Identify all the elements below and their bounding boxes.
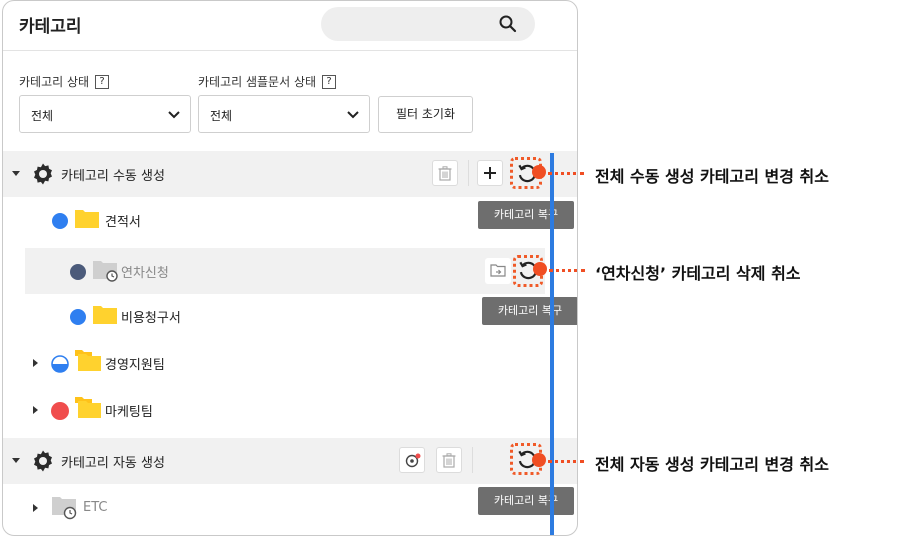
tree-item-label: 마케팅팀 xyxy=(105,405,153,420)
callout-text: 전체 수동 생성 카테고리 변경 취소 xyxy=(595,167,829,186)
settings-badge-icon xyxy=(405,453,421,468)
reset-filter-button[interactable]: 필터 초기화 xyxy=(378,96,473,133)
caret-right-icon[interactable] xyxy=(33,359,38,367)
sample-select-value: 전체 xyxy=(210,109,233,123)
search-input[interactable] xyxy=(321,7,535,41)
status-filter-label: 카테고리 상태 ? xyxy=(19,73,110,90)
callout-marker xyxy=(532,453,546,467)
status-dot xyxy=(51,402,69,420)
folder-clock-icon xyxy=(52,497,77,520)
add-category-button[interactable] xyxy=(477,160,503,186)
tree-item-vacation[interactable]: 연차신청 xyxy=(25,248,545,294)
delete-button[interactable] xyxy=(436,447,462,473)
help-icon[interactable]: ? xyxy=(322,74,337,89)
caret-down-icon[interactable] xyxy=(12,458,20,463)
callout-line xyxy=(549,269,585,272)
gear-icon xyxy=(34,163,52,185)
search-icon[interactable] xyxy=(499,15,517,33)
tree-item-expense[interactable]: 비용청구서 xyxy=(3,293,577,339)
divider xyxy=(468,160,469,186)
status-select[interactable]: 전체 xyxy=(19,95,191,133)
tree-item-etc[interactable]: ETC xyxy=(3,485,577,531)
callout-text: 전체 자동 생성 카테고리 변경 취소 xyxy=(595,455,829,474)
gear-icon xyxy=(34,450,52,472)
sample-select[interactable]: 전체 xyxy=(198,95,370,133)
tree-item-label: 연차신청 xyxy=(121,266,169,281)
callout-line xyxy=(548,172,584,175)
folder-stack-icon xyxy=(75,397,101,418)
scrollbar[interactable] xyxy=(550,153,554,535)
chevron-down-icon xyxy=(347,111,359,119)
caret-right-icon[interactable] xyxy=(33,504,38,512)
folder-stack-icon xyxy=(75,350,101,371)
tree-item-label: 경영지원팀 xyxy=(105,358,165,373)
caret-down-icon[interactable] xyxy=(12,171,20,176)
callout-marker xyxy=(533,262,547,276)
divider xyxy=(472,447,473,473)
status-dot xyxy=(52,213,68,229)
tree-group-label: 카테고리 수동 생성 xyxy=(61,169,165,184)
move-button[interactable] xyxy=(485,258,511,284)
folder-icon xyxy=(93,306,117,324)
auto-setting-button[interactable] xyxy=(399,447,425,473)
plus-icon xyxy=(484,167,496,179)
tree-item-marketing[interactable]: 마케팅팀 xyxy=(3,387,577,433)
tree-item-label: ETC xyxy=(83,500,108,515)
status-half-dot xyxy=(51,355,69,373)
status-dot xyxy=(70,309,86,325)
tree-group-auto[interactable]: 카테고리 자동 생성 xyxy=(3,438,577,484)
callout-line xyxy=(548,460,584,463)
caret-right-icon[interactable] xyxy=(33,406,38,414)
trash-icon xyxy=(442,453,456,468)
sample-filter-label: 카테고리 샘플문서 상태 ? xyxy=(198,73,337,90)
trash-icon xyxy=(438,166,452,181)
category-panel: 카테고리 카테고리 상태 ? 전체 카테고리 샘플문서 상태 ? 전체 필터 초… xyxy=(2,0,578,536)
panel-title: 카테고리 xyxy=(19,17,82,37)
folder-clock-icon xyxy=(93,261,118,282)
panel-header: 카테고리 xyxy=(3,1,577,51)
folder-move-icon xyxy=(490,264,506,277)
callout-marker xyxy=(532,165,546,179)
tree-item-quote[interactable]: 견적서 xyxy=(3,197,577,243)
status-dot xyxy=(70,264,86,280)
help-icon[interactable]: ? xyxy=(95,74,110,89)
folder-icon xyxy=(75,210,99,228)
tree-item-label: 비용청구서 xyxy=(121,311,181,326)
tree-item-management[interactable]: 경영지원팀 xyxy=(3,340,577,386)
delete-button[interactable] xyxy=(432,160,458,186)
tree-item-label: 견적서 xyxy=(105,215,141,230)
tree-group-manual[interactable]: 카테고리 수동 생성 xyxy=(3,151,577,197)
chevron-down-icon xyxy=(168,111,180,119)
callout-text: ‘연차신청’ 카테고리 삭제 취소 xyxy=(595,264,801,283)
tree-group-label: 카테고리 자동 생성 xyxy=(61,456,165,471)
status-select-value: 전체 xyxy=(31,109,54,123)
